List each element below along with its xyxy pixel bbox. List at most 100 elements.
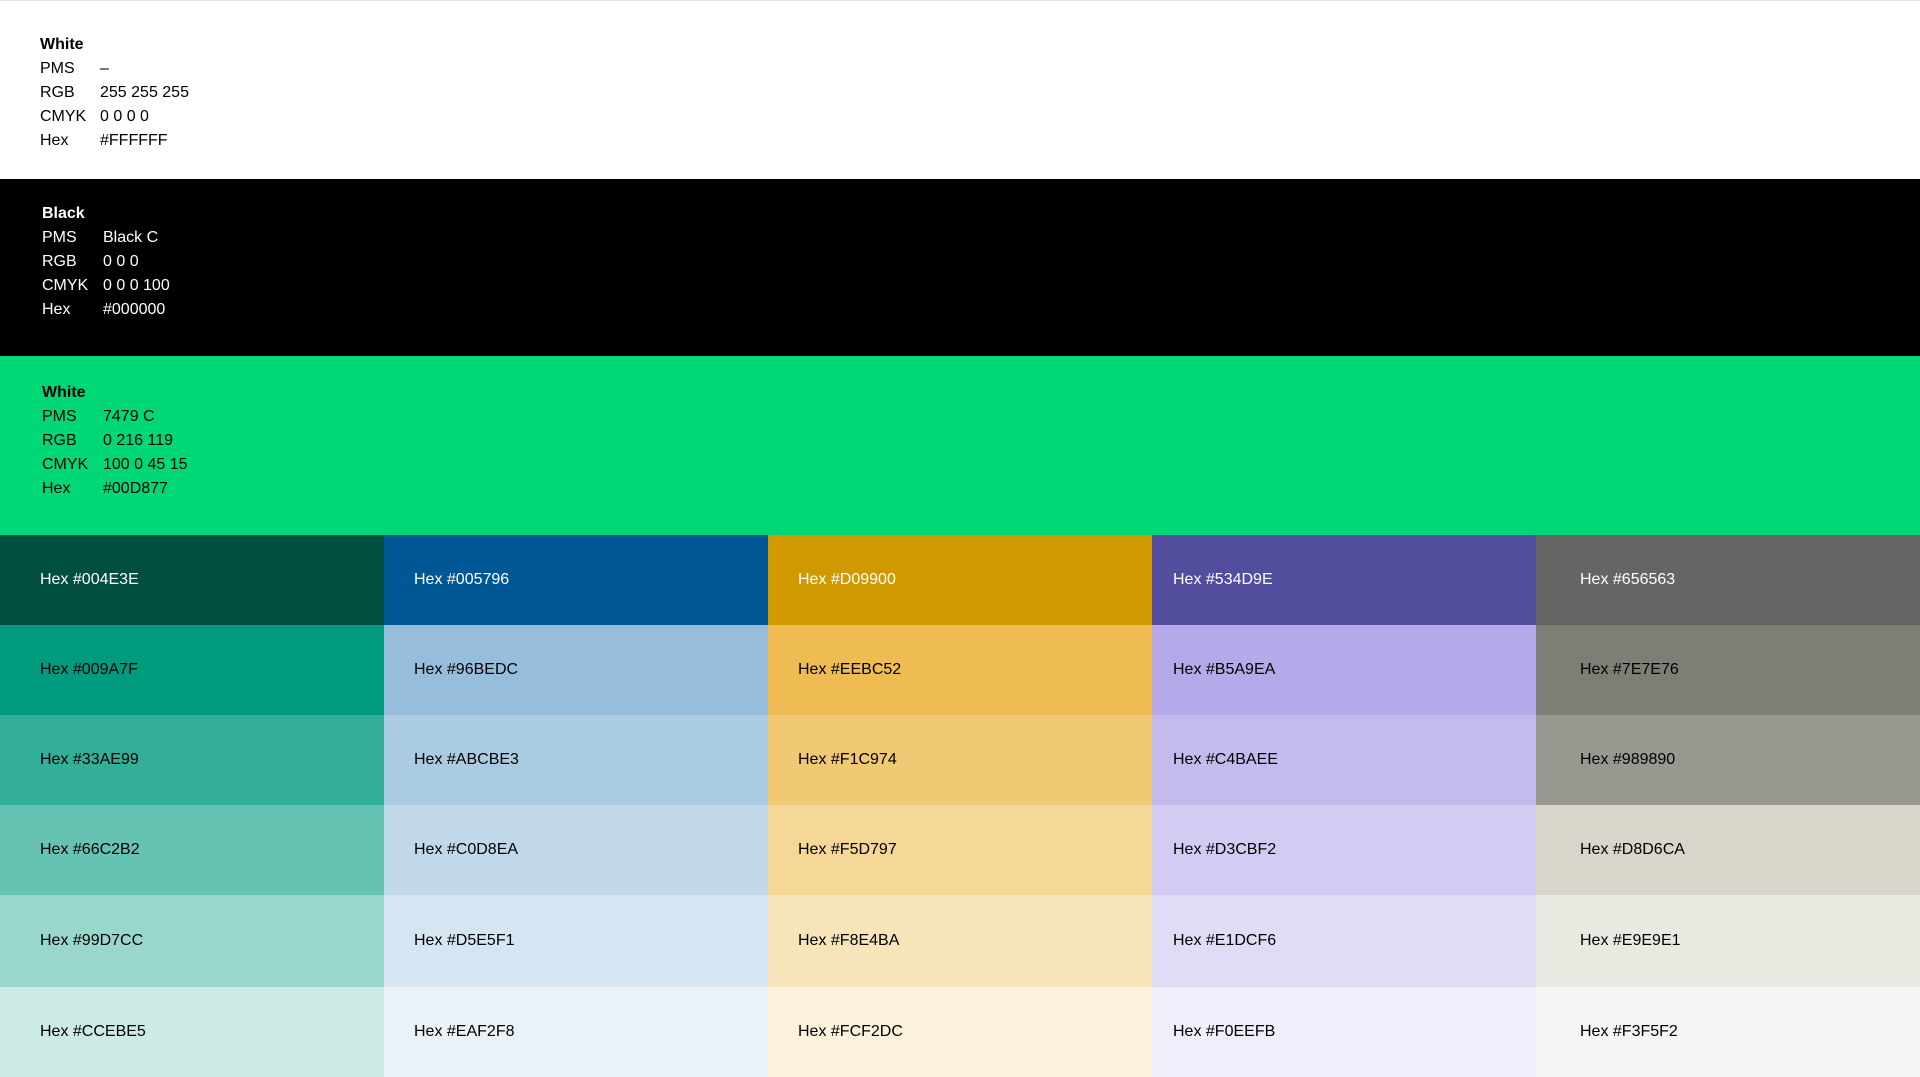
cmyk-label: CMYK [42, 456, 89, 473]
color-swatch: Hex #EAF2F8 [384, 987, 768, 1077]
color-swatch: Hex #F0EEFB [1152, 987, 1536, 1077]
swatch-hex-label: Hex #F0EEFB [1173, 1023, 1276, 1040]
pms-value: – [100, 60, 109, 77]
cmyk-row: CMYK 100 0 45 15 [42, 453, 188, 477]
pms-row: PMS – [40, 57, 189, 81]
color-swatch: Hex #C0D8EA [384, 805, 768, 895]
color-swatch: Hex #009A7F [0, 625, 384, 715]
swatch-hex-label: Hex #33AE99 [40, 751, 139, 768]
swatch-hex-label: Hex #D8D6CA [1580, 841, 1685, 858]
color-name: White [42, 384, 86, 401]
color-name: White [40, 36, 84, 53]
swatch-hex-label: Hex #D3CBF2 [1173, 841, 1277, 858]
color-swatch: Hex #66C2B2 [0, 805, 384, 895]
hex-value: #00D877 [103, 480, 168, 497]
swatch-hex-label: Hex #009A7F [40, 661, 138, 678]
rgb-label: RGB [42, 432, 77, 449]
color-swatch: Hex #D09900 [768, 535, 1152, 625]
rgb-label: RGB [42, 253, 77, 270]
color-swatch: Hex #989890 [1536, 715, 1920, 805]
color-swatch: Hex #F1C974 [768, 715, 1152, 805]
swatch-hex-label: Hex #CCEBE5 [40, 1023, 146, 1040]
swatch-hex-label: Hex #C4BAEE [1173, 751, 1278, 768]
cmyk-row: CMYK 0 0 0 100 [42, 274, 170, 298]
hex-row: Hex #00D877 [42, 477, 188, 501]
swatch-hex-label: Hex #E1DCF6 [1173, 932, 1277, 949]
color-swatch: Hex #D3CBF2 [1152, 805, 1536, 895]
swatch-hex-label: Hex #F5D797 [798, 841, 897, 858]
color-swatch: Hex #C4BAEE [1152, 715, 1536, 805]
pms-row: PMS 7479 C [42, 405, 188, 429]
cmyk-row: CMYK 0 0 0 0 [40, 105, 189, 129]
swatch-hex-label: Hex #656563 [1580, 571, 1676, 588]
color-swatch: Hex #FCF2DC [768, 987, 1152, 1077]
swatch-hex-label: Hex #96BEDC [414, 661, 519, 678]
white-color-band: White PMS – RGB 255 255 255 CMYK 0 0 0 0… [0, 0, 1920, 179]
swatch-hex-label: Hex #FCF2DC [798, 1023, 903, 1040]
cmyk-label: CMYK [40, 108, 87, 125]
color-swatch: Hex #ABCBE3 [384, 715, 768, 805]
color-swatch: Hex #F5D797 [768, 805, 1152, 895]
color-swatch: Hex #33AE99 [0, 715, 384, 805]
hex-value: #FFFFFF [100, 132, 168, 149]
rgb-value: 255 255 255 [100, 84, 189, 101]
color-name: Black [42, 205, 85, 222]
color-swatch: Hex #96BEDC [384, 625, 768, 715]
color-swatch: Hex #005796 [384, 535, 768, 625]
color-swatch: Hex #656563 [1536, 535, 1920, 625]
rgb-row: RGB 0 216 119 [42, 429, 188, 453]
color-swatch: Hex #F3F5F2 [1536, 987, 1920, 1077]
hex-row: Hex #FFFFFF [40, 129, 189, 153]
swatch-hex-label: Hex #F8E4BA [798, 932, 900, 949]
green-color-band: White PMS 7479 C RGB 0 216 119 CMYK 100 … [0, 356, 1920, 535]
rgb-value: 0 216 119 [103, 432, 173, 449]
swatch-hex-label: Hex #D09900 [798, 571, 896, 588]
pms-label: PMS [40, 60, 75, 77]
cmyk-label: CMYK [42, 277, 89, 294]
swatch-hex-label: Hex #F1C974 [798, 751, 897, 768]
hex-label: Hex [40, 132, 69, 149]
color-swatch: Hex #E1DCF6 [1152, 895, 1536, 987]
pms-value: 7479 C [103, 408, 155, 425]
pms-row: PMS Black C [42, 226, 170, 250]
white-color-spec: White PMS – RGB 255 255 255 CMYK 0 0 0 0… [40, 33, 189, 153]
swatch-hex-label: Hex #ABCBE3 [414, 751, 519, 768]
color-swatch: Hex #E9E9E1 [1536, 895, 1920, 987]
swatch-hex-label: Hex #E9E9E1 [1580, 932, 1681, 949]
swatch-hex-label: Hex #B5A9EA [1173, 661, 1276, 678]
swatch-hex-label: Hex #989890 [1580, 751, 1676, 768]
swatch-hex-label: Hex #004E3E [40, 571, 139, 588]
color-swatch: Hex #F8E4BA [768, 895, 1152, 987]
swatch-hex-label: Hex #C0D8EA [414, 841, 519, 858]
color-swatch: Hex #99D7CC [0, 895, 384, 987]
swatch-hex-label: Hex #EEBC52 [798, 661, 902, 678]
pms-label: PMS [42, 408, 77, 425]
hex-row: Hex #000000 [42, 298, 170, 322]
color-swatch: Hex #EEBC52 [768, 625, 1152, 715]
cmyk-value: 100 0 45 15 [103, 456, 188, 473]
rgb-label: RGB [40, 84, 75, 101]
rgb-value: 0 0 0 [103, 253, 139, 270]
swatch-hex-label: Hex #99D7CC [40, 932, 144, 949]
swatch-hex-label: Hex #005796 [414, 571, 510, 588]
black-color-band: Black PMS Black C RGB 0 0 0 CMYK 0 0 0 1… [0, 179, 1920, 356]
swatch-hex-label: Hex #D5E5F1 [414, 932, 515, 949]
swatch-hex-label: Hex #F3F5F2 [1580, 1023, 1678, 1040]
swatch-hex-label: Hex #7E7E76 [1580, 661, 1679, 678]
color-swatch: Hex #CCEBE5 [0, 987, 384, 1077]
rgb-row: RGB 255 255 255 [40, 81, 189, 105]
pms-label: PMS [42, 229, 77, 246]
cmyk-value: 0 0 0 100 [103, 277, 170, 294]
hex-value: #000000 [103, 301, 166, 318]
green-color-spec: White PMS 7479 C RGB 0 216 119 CMYK 100 … [42, 381, 188, 501]
color-swatch: Hex #B5A9EA [1152, 625, 1536, 715]
color-swatch-grid: Hex #004E3E Hex #005796 Hex #D09900 Hex #53… [0, 535, 1920, 1077]
hex-label: Hex [42, 480, 71, 497]
color-swatch: Hex #D8D6CA [1536, 805, 1920, 895]
cmyk-value: 0 0 0 0 [100, 108, 149, 125]
color-swatch: Hex #004E3E [0, 535, 384, 625]
swatch-hex-label: Hex #EAF2F8 [414, 1023, 515, 1040]
rgb-row: RGB 0 0 0 [42, 250, 170, 274]
color-swatch: Hex #534D9E [1152, 535, 1536, 625]
swatch-hex-label: Hex #66C2B2 [40, 841, 140, 858]
